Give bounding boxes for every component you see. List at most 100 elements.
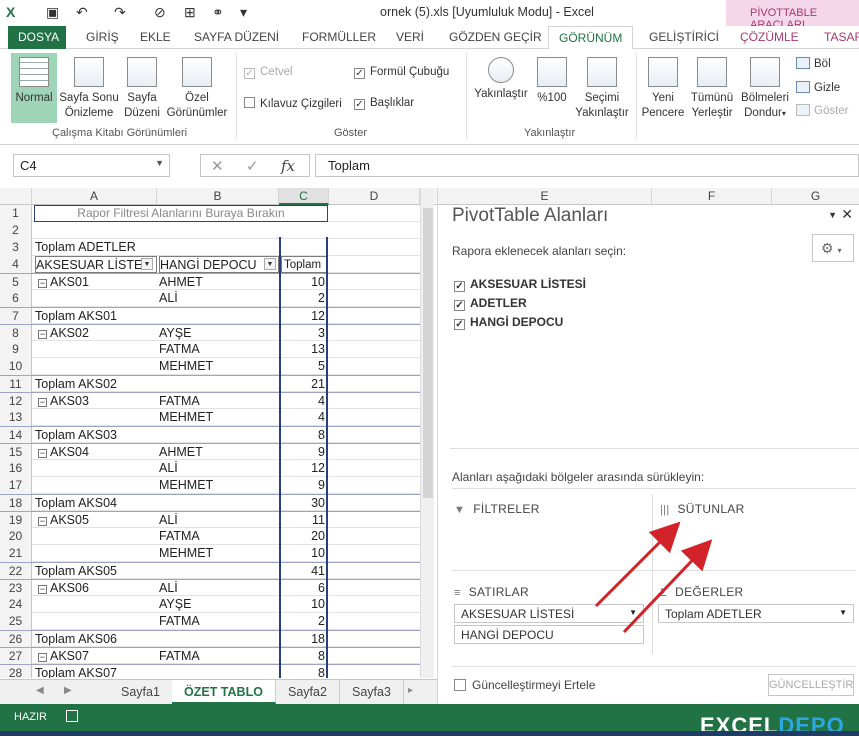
column-header-b[interactable]: B xyxy=(157,188,279,205)
close-icon[interactable]: ✕ xyxy=(841,206,853,223)
row-header[interactable]: 3 xyxy=(0,239,32,256)
tab-home[interactable]: GİRİŞ xyxy=(86,30,119,44)
column-header-c[interactable]: C xyxy=(279,188,329,205)
zoom-100-button[interactable]: %100 xyxy=(534,53,570,106)
column-header-g[interactable]: G xyxy=(772,188,859,205)
row-header[interactable]: 17 xyxy=(0,477,32,494)
select-all-corner[interactable] xyxy=(0,188,32,205)
headings-checkbox[interactable]: ✓ Başlıklar xyxy=(354,97,414,110)
filters-area[interactable]: ▼ FİLTRELER xyxy=(454,502,540,516)
cell-b[interactable]: AHMET xyxy=(159,444,279,461)
split-button[interactable]: Böl xyxy=(796,57,831,70)
cell-b[interactable]: ALİ xyxy=(159,290,279,307)
row-header[interactable]: 18 xyxy=(0,495,32,512)
row-header[interactable]: 5 xyxy=(0,274,32,291)
row-header[interactable]: 16 xyxy=(0,460,32,477)
row-header[interactable]: 19 xyxy=(0,512,32,529)
cell-a[interactable]: Toplam AKS01 xyxy=(35,308,279,325)
cell-b[interactable]: FATMA xyxy=(159,528,279,545)
save-icon[interactable]: ▣ xyxy=(46,4,59,21)
formula-input[interactable]: Toplam xyxy=(315,154,859,177)
arrange-all-button[interactable]: Tümünü Yerleştir xyxy=(688,53,736,121)
cell-a[interactable]: − AKS03 xyxy=(35,393,157,410)
row-header[interactable]: 28 xyxy=(0,665,32,678)
pivot-header-a[interactable]: AKSESUAR LİSTESİ xyxy=(35,256,157,273)
defer-update-checkbox[interactable]: Güncelleştirmeyi Ertele xyxy=(454,678,595,692)
row-header[interactable]: 20 xyxy=(0,528,32,545)
row-header[interactable]: 25 xyxy=(0,613,32,630)
row-header[interactable]: 8 xyxy=(0,325,32,342)
cell-a[interactable]: Toplam AKS02 xyxy=(35,376,279,393)
rows-item-hangi-depocu[interactable]: HANGİ DEPOCU xyxy=(454,625,644,644)
values-item-toplam-adetler[interactable]: Toplam ADETLER ▼ xyxy=(658,604,854,623)
rows-area[interactable]: ≡ SATIRLAR xyxy=(454,585,529,599)
hide-button[interactable]: Gizle xyxy=(796,81,840,94)
new-window-button[interactable]: Yeni Pencere xyxy=(640,53,686,121)
chevron-down-icon[interactable]: ▼ xyxy=(839,608,847,617)
row-header[interactable]: 14 xyxy=(0,427,32,444)
cell-b[interactable]: ALİ xyxy=(159,460,279,477)
tab-page-layout[interactable]: SAYFA DÜZENİ xyxy=(194,30,279,44)
collapse-icon[interactable]: − xyxy=(38,330,47,339)
cell-b[interactable]: MEHMET xyxy=(159,358,279,375)
columns-area[interactable]: ||| SÜTUNLAR xyxy=(660,502,745,516)
row-header[interactable]: 21 xyxy=(0,545,32,562)
find-icon[interactable]: ⚭ xyxy=(212,4,224,21)
row-header[interactable]: 27 xyxy=(0,648,32,665)
enter-icon[interactable]: ✓ xyxy=(246,157,259,175)
field-hangi-depocu[interactable]: ✓ HANGİ DEPOCU xyxy=(454,315,563,330)
zoom-button[interactable]: Yakınlaştır xyxy=(470,53,532,102)
row-header[interactable]: 4 xyxy=(0,256,32,273)
normal-view-button[interactable]: Normal xyxy=(11,53,57,123)
freeze-panes-button[interactable]: Bölmeleri Dondur▾ xyxy=(738,53,792,121)
cell-b[interactable]: FATMA xyxy=(159,613,279,630)
scrollbar-thumb[interactable] xyxy=(423,208,433,498)
collapse-icon[interactable]: − xyxy=(38,517,47,526)
report-filter-drop-area[interactable]: Rapor Filtresi Alanlarını Buraya Bırakın xyxy=(34,205,328,222)
customize-qat-icon[interactable]: ▾ xyxy=(240,4,247,21)
gear-icon[interactable]: ⚙ ▾ xyxy=(812,234,854,262)
tab-developer[interactable]: GELİŞTİRİCİ xyxy=(649,30,719,44)
values-area[interactable]: Σ DEĞERLER xyxy=(660,585,744,599)
row-header[interactable]: 13 xyxy=(0,409,32,426)
row-header[interactable]: 6 xyxy=(0,290,32,307)
custom-views-button[interactable]: Özel Görünümler xyxy=(164,53,230,121)
cell-b[interactable]: MEHMET xyxy=(159,477,279,494)
cell-a[interactable]: − AKS06 xyxy=(35,580,157,597)
row-header[interactable]: 24 xyxy=(0,596,32,613)
cell-a[interactable]: Toplam AKS04 xyxy=(35,495,279,512)
chevron-down-icon[interactable]: ▼ xyxy=(155,158,164,168)
clear-icon[interactable]: ⊘ xyxy=(154,4,166,21)
cell-a[interactable]: − AKS04 xyxy=(35,444,157,461)
chevron-down-icon[interactable]: ▼ xyxy=(828,210,837,220)
column-header-d[interactable]: D xyxy=(329,188,420,205)
sheet-tab-sayfa2[interactable]: Sayfa2 xyxy=(276,680,340,704)
tab-design[interactable]: TASAR xyxy=(824,30,859,44)
sheet-tab-ozet-tablo[interactable]: ÖZET TABLO xyxy=(172,680,276,704)
vertical-scrollbar[interactable] xyxy=(420,188,434,678)
ruler-checkbox[interactable]: ✓ Cetvel xyxy=(244,66,293,79)
filter-dropdown-icon[interactable]: ▼ xyxy=(264,258,276,270)
cancel-icon[interactable]: ✕ xyxy=(211,157,224,175)
redo-icon[interactable]: ↷ xyxy=(114,4,126,21)
cell-a[interactable]: − AKS07 xyxy=(35,648,157,665)
next-sheet-icon[interactable]: ▶ xyxy=(64,685,72,696)
sheet-tab-sayfa3[interactable]: Sayfa3 xyxy=(340,680,404,704)
prev-sheet-icon[interactable]: ◀ xyxy=(36,685,44,696)
row-header[interactable]: 10 xyxy=(0,358,32,375)
formula-bar-checkbox[interactable]: ✓ Formül Çubuğu xyxy=(354,66,449,79)
tab-file[interactable]: DOSYA xyxy=(8,26,66,49)
row-header[interactable]: 15 xyxy=(0,444,32,461)
row-header[interactable]: 7 xyxy=(0,308,32,325)
unhide-button[interactable]: Göster xyxy=(796,104,849,117)
row-header[interactable]: 9 xyxy=(0,341,32,358)
tab-review[interactable]: GÖZDEN GEÇİR xyxy=(449,30,542,44)
undo-icon[interactable]: ↶ xyxy=(76,4,88,21)
macro-record-icon[interactable] xyxy=(66,710,78,722)
row-header[interactable]: 2 xyxy=(0,222,32,239)
name-box[interactable]: C4 ▼ xyxy=(13,154,170,177)
cell-b[interactable]: AYŞE xyxy=(159,596,279,613)
row-header[interactable]: 23 xyxy=(0,580,32,597)
cell-b[interactable]: FATMA xyxy=(159,393,279,410)
gridlines-checkbox[interactable]: Kılavuz Çizgileri xyxy=(244,97,342,110)
